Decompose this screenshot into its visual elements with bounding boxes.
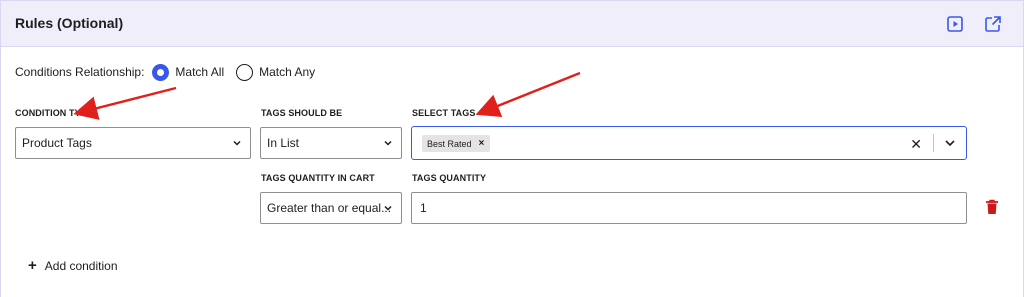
tags-qty-in-cart-select[interactable]: Greater than or equal... — [260, 192, 402, 224]
conditions-relationship: Conditions Relationship: Match All Match… — [15, 62, 327, 82]
condition-type-value: Product Tags — [22, 136, 92, 150]
condition-type-select[interactable]: Product Tags — [15, 127, 251, 159]
panel-title: Rules (Optional) — [15, 15, 124, 31]
tag-chip: Best Rated × — [422, 135, 491, 152]
add-condition-label: Add condition — [44, 258, 118, 273]
tags-qty-in-cart-value: Greater than or equal... — [267, 201, 392, 215]
match-all-label[interactable]: Match All — [175, 65, 224, 79]
select-tags-field[interactable]: Best Rated × ✕ — [411, 126, 967, 160]
relationship-label: Conditions Relationship: — [15, 65, 145, 79]
tags-should-be-label: TAGS SHOULD BE — [261, 108, 343, 118]
tags-quantity-value: 1 — [420, 201, 427, 215]
play-video-icon[interactable] — [945, 14, 965, 34]
match-any-radio[interactable] — [236, 63, 254, 81]
tags-quantity-label: TAGS QUANTITY — [412, 173, 487, 183]
external-link-icon[interactable] — [983, 14, 1003, 34]
add-condition-button[interactable]: + Add condition — [28, 258, 118, 273]
tags-should-be-value: In List — [267, 136, 300, 150]
divider — [933, 134, 934, 152]
tags-qty-in-cart-label: TAGS QUANTITY IN CART — [261, 173, 375, 183]
chevron-down-icon — [233, 140, 241, 146]
chevron-down-icon — [384, 205, 392, 211]
clear-tags-icon[interactable]: ✕ — [910, 136, 922, 153]
select-tags-label: SELECT TAGS — [412, 108, 476, 118]
plus-icon: + — [28, 257, 37, 274]
tags-should-be-select[interactable]: In List — [260, 127, 402, 159]
chevron-down-icon[interactable] — [944, 138, 956, 148]
match-any-label[interactable]: Match Any — [259, 65, 315, 79]
panel-header: Rules (Optional) — [1, 1, 1023, 47]
tag-chip-label: Best Rated — [427, 138, 472, 149]
chevron-down-icon — [384, 140, 392, 146]
tags-quantity-input[interactable]: 1 — [411, 192, 967, 224]
delete-condition-icon[interactable] — [985, 199, 999, 215]
condition-type-label: CONDITION TYPE — [15, 108, 93, 118]
match-all-radio[interactable] — [152, 63, 170, 81]
remove-tag-icon[interactable]: × — [479, 138, 485, 149]
rules-panel: Rules (Optional) Conditions Relationship… — [0, 0, 1024, 297]
